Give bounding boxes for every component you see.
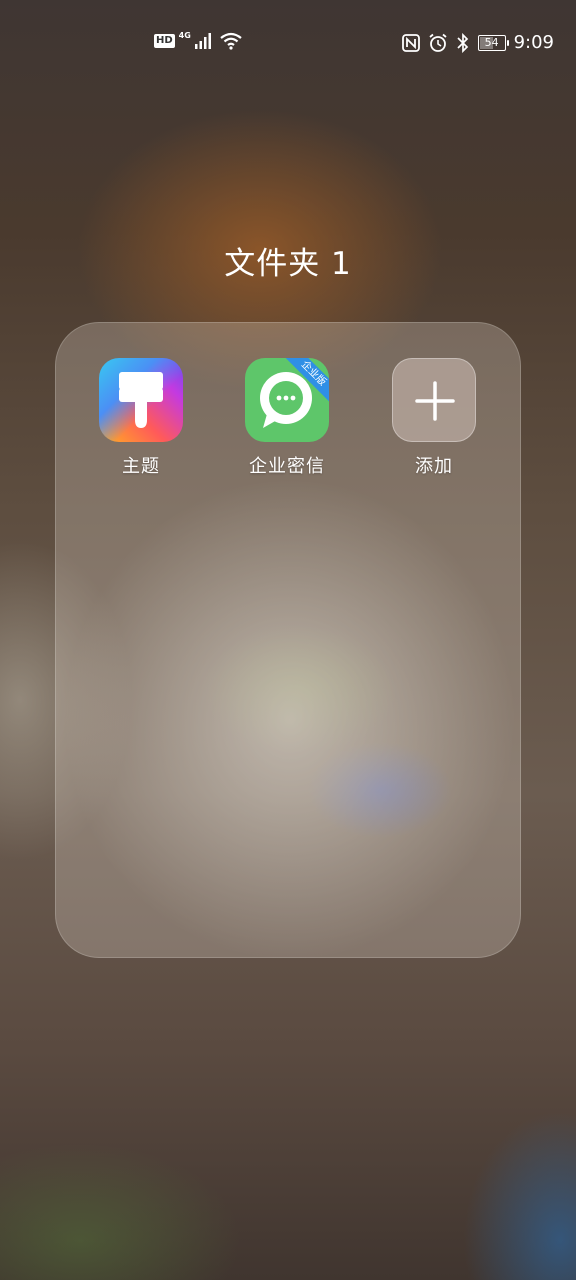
- nfc-icon: [401, 33, 420, 52]
- battery-icon: 54: [477, 34, 509, 51]
- app-theme[interactable]: 主题: [86, 358, 196, 478]
- app-enterprise-messenger[interactable]: 企业版 企业密信: [232, 358, 342, 478]
- add-app-button[interactable]: 添加: [379, 358, 489, 478]
- app-label-add: 添加: [415, 456, 453, 477]
- status-bar: HD 4G 54 9:09: [0, 0, 576, 86]
- status-bar-left: HD 4G: [154, 30, 243, 50]
- paintbrush-icon[interactable]: [99, 358, 183, 442]
- plus-icon[interactable]: [392, 358, 476, 442]
- status-bar-right: 54 9:09: [401, 32, 554, 53]
- chat-bubble-icon[interactable]: 企业版: [245, 358, 329, 442]
- app-label-enterprise-messenger: 企业密信: [249, 456, 325, 477]
- network-type-label: 4G: [178, 30, 191, 40]
- cellular-signal-icon: [194, 33, 211, 49]
- app-label-theme: 主题: [122, 456, 160, 477]
- status-time: 9:09: [513, 32, 554, 53]
- hd-icon: HD: [154, 34, 175, 48]
- battery-level: 54: [484, 36, 499, 49]
- alarm-icon: [429, 33, 447, 52]
- wifi-icon: [220, 32, 242, 50]
- folder-title[interactable]: 文件夹 1: [0, 238, 576, 283]
- bluetooth-icon: [456, 32, 468, 53]
